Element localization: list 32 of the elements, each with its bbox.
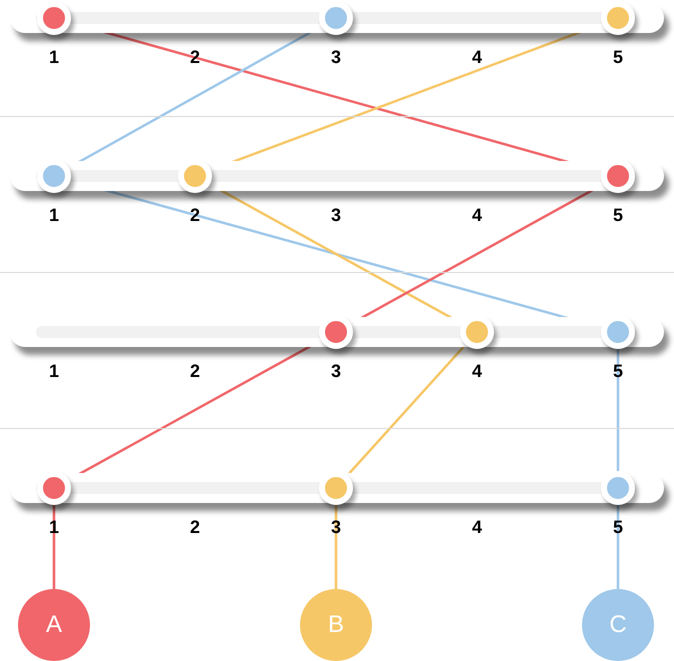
- node-circle: B: [300, 589, 372, 661]
- slider-thumb[interactable]: [601, 159, 635, 193]
- node-circle: A: [18, 589, 90, 661]
- tick-label: 5: [612, 47, 624, 67]
- node-circle: C: [582, 589, 654, 661]
- tick-label: 5: [612, 517, 624, 537]
- tick-label: 3: [330, 205, 342, 225]
- tick-label: 2: [188, 517, 201, 537]
- slider-thumb[interactable]: [178, 159, 212, 193]
- tick-label: 1: [48, 361, 60, 381]
- tick-label: 3: [330, 47, 342, 67]
- slider-thumb[interactable]: [37, 159, 71, 193]
- slider-thumb[interactable]: [601, 315, 635, 349]
- slider-thumb[interactable]: [601, 1, 635, 35]
- tick-label: 5: [612, 205, 624, 225]
- slider-thumb[interactable]: [601, 471, 635, 505]
- tick-label: 4: [470, 47, 483, 67]
- tick-label: 2: [188, 361, 201, 381]
- slider-thumb[interactable]: [460, 315, 494, 349]
- slider-thumb[interactable]: [319, 315, 353, 349]
- slider-thumb[interactable]: [319, 1, 353, 35]
- tick-label: 4: [470, 517, 483, 537]
- tick-label: 5: [612, 361, 624, 381]
- tick-label: 4: [470, 205, 483, 225]
- slider-thumb[interactable]: [37, 471, 71, 505]
- slider-thumb[interactable]: [319, 471, 353, 505]
- tick-label: 3: [330, 361, 342, 381]
- tick-label: 1: [48, 47, 60, 67]
- tick-label: 2: [188, 205, 201, 225]
- tick-label: 1: [48, 205, 60, 225]
- slider-thumb[interactable]: [37, 1, 71, 35]
- tick-label: 4: [470, 361, 483, 381]
